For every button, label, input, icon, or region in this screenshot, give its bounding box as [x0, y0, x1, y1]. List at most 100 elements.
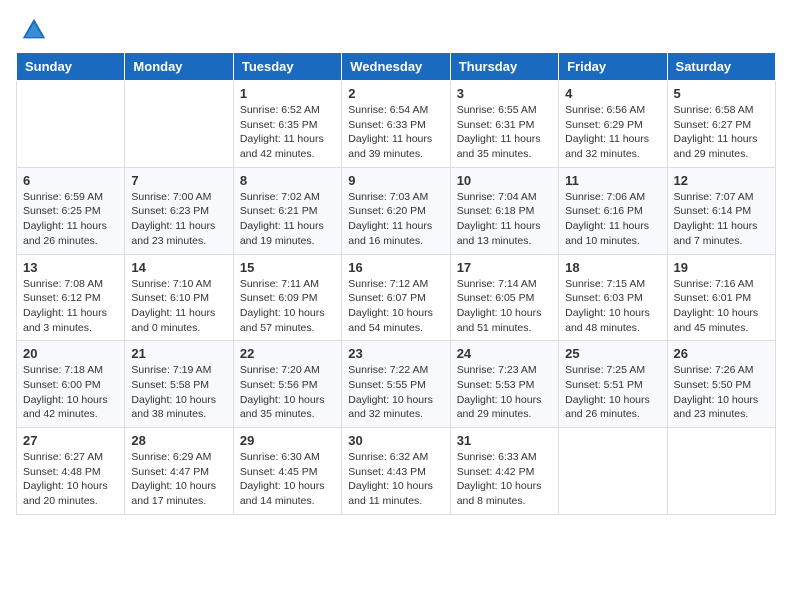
day-number: 13 [23, 260, 118, 275]
day-info: Sunrise: 7:14 AMSunset: 6:05 PMDaylight:… [457, 277, 552, 336]
page-header [0, 0, 792, 52]
day-number: 29 [240, 433, 335, 448]
day-info: Sunrise: 7:11 AMSunset: 6:09 PMDaylight:… [240, 277, 335, 336]
day-info: Sunrise: 7:08 AMSunset: 6:12 PMDaylight:… [23, 277, 118, 336]
day-number: 27 [23, 433, 118, 448]
calendar-day-cell: 13 Sunrise: 7:08 AMSunset: 6:12 PMDayligh… [17, 254, 125, 341]
day-info: Sunrise: 6:29 AMSunset: 4:47 PMDaylight:… [131, 450, 226, 509]
day-info: Sunrise: 7:15 AMSunset: 6:03 PMDaylight:… [565, 277, 660, 336]
day-number: 14 [131, 260, 226, 275]
calendar-wrapper: SundayMondayTuesdayWednesdayThursdayFrid… [0, 52, 792, 523]
day-number: 7 [131, 173, 226, 188]
day-info: Sunrise: 7:00 AMSunset: 6:23 PMDaylight:… [131, 190, 226, 249]
day-info: Sunrise: 6:56 AMSunset: 6:29 PMDaylight:… [565, 103, 660, 162]
calendar-day-cell: 3Sunrise: 6:55 AMSunset: 6:31 PMDaylight… [450, 81, 558, 168]
calendar-day-cell: 11 Sunrise: 7:06 AMSunset: 6:16 PMDayligh… [559, 167, 667, 254]
day-info: Sunrise: 7:03 AMSunset: 6:20 PMDaylight:… [348, 190, 443, 249]
calendar-day-header: Saturday [667, 53, 775, 81]
day-info: Sunrise: 6:55 AMSunset: 6:31 PMDaylight:… [457, 103, 552, 162]
day-info: Sunrise: 6:32 AMSunset: 4:43 PMDaylight:… [348, 450, 443, 509]
calendar-day-cell: 7 Sunrise: 7:00 AMSunset: 6:23 PMDaylight… [125, 167, 233, 254]
calendar-table: SundayMondayTuesdayWednesdayThursdayFrid… [16, 52, 776, 515]
calendar-day-cell: 22 Sunrise: 7:20 AMSunset: 5:56 PMDayligh… [233, 341, 341, 428]
day-number: 17 [457, 260, 552, 275]
calendar-day-cell: 31 Sunrise: 6:33 AMSunset: 4:42 PMDayligh… [450, 428, 558, 515]
calendar-day-cell: 16 Sunrise: 7:12 AMSunset: 6:07 PMDayligh… [342, 254, 450, 341]
calendar-day-header: Monday [125, 53, 233, 81]
day-number: 19 [674, 260, 769, 275]
calendar-day-cell: 17 Sunrise: 7:14 AMSunset: 6:05 PMDayligh… [450, 254, 558, 341]
day-info: Sunrise: 6:33 AMSunset: 4:42 PMDaylight:… [457, 450, 552, 509]
calendar-day-header: Thursday [450, 53, 558, 81]
calendar-day-cell: 9 Sunrise: 7:03 AMSunset: 6:20 PMDaylight… [342, 167, 450, 254]
day-number: 4 [565, 86, 660, 101]
calendar-day-cell: 25Sunrise: 7:25 AMSunset: 5:51 PMDayligh… [559, 341, 667, 428]
calendar-day-cell: 30Sunrise: 6:32 AMSunset: 4:43 PMDayligh… [342, 428, 450, 515]
day-info: Sunrise: 7:07 AMSunset: 6:14 PMDaylight:… [674, 190, 769, 249]
calendar-day-cell: 12 Sunrise: 7:07 AMSunset: 6:14 PMDayligh… [667, 167, 775, 254]
calendar-day-cell [125, 81, 233, 168]
calendar-day-cell: 4 Sunrise: 6:56 AMSunset: 6:29 PMDaylight… [559, 81, 667, 168]
day-info: Sunrise: 6:30 AMSunset: 4:45 PMDaylight:… [240, 450, 335, 509]
day-number: 25 [565, 346, 660, 361]
calendar-day-cell: 28 Sunrise: 6:29 AMSunset: 4:47 PMDayligh… [125, 428, 233, 515]
day-number: 26 [674, 346, 769, 361]
calendar-day-cell: 24 Sunrise: 7:23 AMSunset: 5:53 PMDayligh… [450, 341, 558, 428]
day-info: Sunrise: 7:10 AMSunset: 6:10 PMDaylight:… [131, 277, 226, 336]
calendar-week-row: 1Sunrise: 6:52 AMSunset: 6:35 PMDaylight… [17, 81, 776, 168]
day-number: 20 [23, 346, 118, 361]
day-info: Sunrise: 6:58 AMSunset: 6:27 PMDaylight:… [674, 103, 769, 162]
calendar-week-row: 27 Sunrise: 6:27 AMSunset: 4:48 PMDayligh… [17, 428, 776, 515]
day-info: Sunrise: 6:54 AMSunset: 6:33 PMDaylight:… [348, 103, 443, 162]
day-number: 24 [457, 346, 552, 361]
day-number: 12 [674, 173, 769, 188]
calendar-day-cell: 8 Sunrise: 7:02 AMSunset: 6:21 PMDaylight… [233, 167, 341, 254]
day-number: 8 [240, 173, 335, 188]
calendar-day-cell: 18Sunrise: 7:15 AMSunset: 6:03 PMDayligh… [559, 254, 667, 341]
day-info: Sunrise: 6:27 AMSunset: 4:48 PMDaylight:… [23, 450, 118, 509]
day-number: 16 [348, 260, 443, 275]
day-info: Sunrise: 7:23 AMSunset: 5:53 PMDaylight:… [457, 363, 552, 422]
day-info: Sunrise: 7:04 AMSunset: 6:18 PMDaylight:… [457, 190, 552, 249]
calendar-day-header: Wednesday [342, 53, 450, 81]
day-number: 11 [565, 173, 660, 188]
day-info: Sunrise: 7:02 AMSunset: 6:21 PMDaylight:… [240, 190, 335, 249]
day-number: 6 [23, 173, 118, 188]
calendar-week-row: 13 Sunrise: 7:08 AMSunset: 6:12 PMDayligh… [17, 254, 776, 341]
day-info: Sunrise: 7:22 AMSunset: 5:55 PMDaylight:… [348, 363, 443, 422]
calendar-day-header: Sunday [17, 53, 125, 81]
calendar-day-cell: 1Sunrise: 6:52 AMSunset: 6:35 PMDaylight… [233, 81, 341, 168]
calendar-day-cell [559, 428, 667, 515]
day-info: Sunrise: 7:20 AMSunset: 5:56 PMDaylight:… [240, 363, 335, 422]
calendar-day-cell: 29 Sunrise: 6:30 AMSunset: 4:45 PMDayligh… [233, 428, 341, 515]
day-info: Sunrise: 7:12 AMSunset: 6:07 PMDaylight:… [348, 277, 443, 336]
calendar-week-row: 6 Sunrise: 6:59 AMSunset: 6:25 PMDaylight… [17, 167, 776, 254]
calendar-day-cell: 6 Sunrise: 6:59 AMSunset: 6:25 PMDaylight… [17, 167, 125, 254]
day-number: 22 [240, 346, 335, 361]
day-info: Sunrise: 7:16 AMSunset: 6:01 PMDaylight:… [674, 277, 769, 336]
calendar-day-header: Friday [559, 53, 667, 81]
day-number: 28 [131, 433, 226, 448]
calendar-day-cell [17, 81, 125, 168]
day-info: Sunrise: 6:52 AMSunset: 6:35 PMDaylight:… [240, 103, 335, 162]
logo-icon [20, 16, 48, 44]
day-info: Sunrise: 6:59 AMSunset: 6:25 PMDaylight:… [23, 190, 118, 249]
day-info: Sunrise: 7:26 AMSunset: 5:50 PMDaylight:… [674, 363, 769, 422]
calendar-day-cell: 2Sunrise: 6:54 AMSunset: 6:33 PMDaylight… [342, 81, 450, 168]
calendar-day-cell: 14 Sunrise: 7:10 AMSunset: 6:10 PMDayligh… [125, 254, 233, 341]
day-number: 15 [240, 260, 335, 275]
calendar-day-cell: 19 Sunrise: 7:16 AMSunset: 6:01 PMDayligh… [667, 254, 775, 341]
day-number: 9 [348, 173, 443, 188]
day-number: 5 [674, 86, 769, 101]
day-number: 21 [131, 346, 226, 361]
day-info: Sunrise: 7:18 AMSunset: 6:00 PMDaylight:… [23, 363, 118, 422]
day-info: Sunrise: 7:19 AMSunset: 5:58 PMDaylight:… [131, 363, 226, 422]
day-number: 23 [348, 346, 443, 361]
day-number: 31 [457, 433, 552, 448]
calendar-day-header: Tuesday [233, 53, 341, 81]
day-info: Sunrise: 7:06 AMSunset: 6:16 PMDaylight:… [565, 190, 660, 249]
calendar-day-cell: 20 Sunrise: 7:18 AMSunset: 6:00 PMDayligh… [17, 341, 125, 428]
calendar-day-cell: 23 Sunrise: 7:22 AMSunset: 5:55 PMDayligh… [342, 341, 450, 428]
calendar-day-cell: 10Sunrise: 7:04 AMSunset: 6:18 PMDayligh… [450, 167, 558, 254]
calendar-week-row: 20 Sunrise: 7:18 AMSunset: 6:00 PMDayligh… [17, 341, 776, 428]
